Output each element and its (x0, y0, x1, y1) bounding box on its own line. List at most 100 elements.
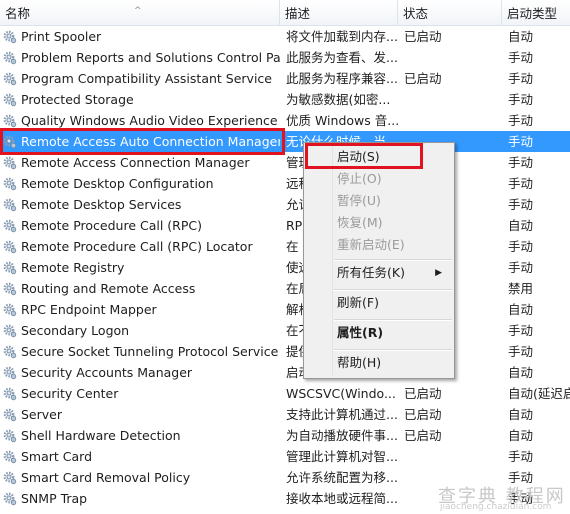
service-startup-type: 手动 (508, 71, 534, 86)
context-menu: 启动(S) 停止(O) 暂停(U) 恢复(M) 重新启动(E) 所有任务(K) ▶ 刷新(F)… (303, 142, 455, 379)
service-gear-icon (3, 407, 17, 422)
service-description: 此服务为程序兼容... (286, 71, 398, 86)
menu-separator (334, 319, 452, 321)
service-name: SNMP Trap (21, 491, 88, 506)
service-startup-type: 禁用 (508, 281, 534, 296)
menu-item[interactable]: 暂停(U) (337, 191, 452, 211)
service-name: Program Compatibility Assistant Service (21, 71, 272, 86)
service-startup-type: 自动 (508, 365, 534, 380)
service-name: Server (21, 407, 62, 422)
service-name: Smart Card Removal Policy (21, 470, 191, 485)
service-row[interactable]: Remote Desktop Services 允许 手动 (0, 194, 570, 215)
service-gear-icon (3, 302, 17, 317)
service-row[interactable]: Remote Procedure Call (RPC) Locator 在手动 (0, 236, 570, 257)
menu-separator (334, 349, 452, 351)
service-name: Routing and Remote Access (21, 281, 196, 296)
column-description[interactable]: 描述 (280, 0, 398, 25)
service-row[interactable]: Routing and Remote Access 在局 禁用 (0, 278, 570, 299)
menu-gutter (332, 145, 333, 376)
service-row[interactable]: Shell Hardware Detection 为自动播放硬件事... 已启动 自动 (0, 425, 570, 446)
service-gear-icon (3, 470, 17, 485)
service-status: 已启动 (404, 407, 442, 422)
menu-separator (334, 289, 452, 291)
service-name: Remote Access Connection Manager (21, 155, 250, 170)
submenu-arrow-icon: ▶ (435, 268, 442, 278)
service-description: 优质 Windows 音... (286, 113, 398, 128)
service-startup-type: 手动 (508, 176, 534, 191)
service-startup-type: 自动 (508, 218, 534, 233)
highlight-box-start (305, 143, 423, 169)
service-startup-type: 手动 (508, 344, 534, 359)
service-gear-icon (3, 155, 17, 170)
service-row[interactable]: Remote Desktop Configuration 远程 手动 (0, 173, 570, 194)
service-gear-icon (3, 428, 17, 443)
service-row[interactable]: Problem Reports and Solutions Control Pa… (0, 47, 570, 68)
service-name: Print Spooler (21, 29, 102, 44)
service-gear-icon (3, 281, 17, 296)
service-name: Security Accounts Manager (21, 365, 193, 380)
service-gear-icon (3, 344, 17, 359)
service-row[interactable]: Smart Card 管理此计算机对智... 手动 (0, 446, 570, 467)
service-name: Problem Reports and Solutions Control Pa… (21, 50, 280, 65)
column-status[interactable]: 状态 (398, 0, 502, 25)
service-row[interactable]: Secure Socket Tunneling Protocol Service… (0, 341, 570, 362)
service-gear-icon (3, 449, 17, 464)
service-startup-type: 手动 (508, 239, 534, 254)
service-description: 允许系统配置为移... (286, 470, 398, 485)
menu-item[interactable]: 属性(R) (337, 323, 452, 343)
menu-item[interactable]: 恢复(M) (337, 213, 452, 233)
service-startup-type: 手动 (508, 113, 534, 128)
service-name: Shell Hardware Detection (21, 428, 181, 443)
service-row[interactable]: Server 支持此计算机通过... 已启动 自动 (0, 404, 570, 425)
service-startup-type: 自动 (508, 29, 534, 44)
service-name: Remote Desktop Configuration (21, 176, 214, 191)
service-status: 已启动 (404, 71, 442, 86)
service-status: 已启动 (404, 428, 442, 443)
service-row[interactable]: Print Spooler 将文件加载到内存... 已启动 自动 (0, 26, 570, 47)
menu-item[interactable]: 刷新(F) (337, 293, 452, 313)
service-row[interactable]: Protected Storage 为敏感数据(如密... 手动 (0, 89, 570, 110)
service-gear-icon (3, 176, 17, 191)
menu-item[interactable]: 重新启动(E) (337, 235, 452, 255)
service-description: 此服务为查看、发... (286, 50, 398, 65)
service-row[interactable]: Secondary Logon 在不 手动 (0, 320, 570, 341)
menu-item[interactable]: 停止(O) (337, 169, 452, 189)
service-name: Security Center (21, 386, 119, 401)
service-startup-type: 手动 (508, 197, 534, 212)
service-gear-icon (3, 491, 17, 506)
service-gear-icon (3, 197, 17, 212)
service-description: 为敏感数据(如密... (286, 92, 391, 107)
column-startup-type[interactable]: 启动类型 (502, 0, 570, 25)
watermark-url: jiaocheng.chazidian.com (440, 502, 552, 512)
service-description: 将文件加载到内存... (286, 29, 398, 44)
service-row[interactable]: RPC Endpoint Mapper 解析 自动 (0, 299, 570, 320)
service-row[interactable]: Remote Registry 使远 手动 (0, 257, 570, 278)
service-name: Secure Socket Tunneling Protocol Service (21, 344, 279, 359)
service-startup-type: 手动 (508, 449, 534, 464)
service-row[interactable]: Program Compatibility Assistant Service 此… (0, 68, 570, 89)
service-row[interactable]: Security Accounts Manager 启动 自动 (0, 362, 570, 383)
service-name: Protected Storage (21, 92, 134, 107)
service-startup-type: 自动 (508, 302, 534, 317)
service-gear-icon (3, 92, 17, 107)
service-name: Secondary Logon (21, 323, 130, 338)
service-gear-icon (3, 239, 17, 254)
service-startup-type: 手动 (508, 260, 534, 275)
service-name: Remote Desktop Services (21, 197, 182, 212)
service-row[interactable]: Remote Procedure Call (RPC) RPC 自动 (0, 215, 570, 236)
service-name: Remote Registry (21, 260, 125, 275)
service-startup-type: 手动 (508, 323, 534, 338)
service-row[interactable]: Security Center WSCSVC(Windo... 已启动 自动(延迟启 (0, 383, 570, 404)
menu-separator (334, 259, 452, 261)
service-startup-type: 手动 (508, 92, 534, 107)
menu-item[interactable]: 帮助(H) (337, 353, 452, 373)
service-startup-type: 手动 (508, 50, 534, 65)
service-gear-icon (3, 50, 17, 65)
menu-item[interactable]: 所有任务(K) ▶ (337, 263, 452, 283)
service-description: 接收本地或远程简... (286, 491, 398, 506)
sort-ascending-icon: ^ (134, 6, 142, 16)
service-gear-icon (3, 218, 17, 233)
column-name[interactable]: 名称 ^ (0, 0, 280, 25)
service-row[interactable]: Remote Access Connection Manager 管理 手动 (0, 152, 570, 173)
service-startup-type: 手动 (508, 134, 534, 149)
